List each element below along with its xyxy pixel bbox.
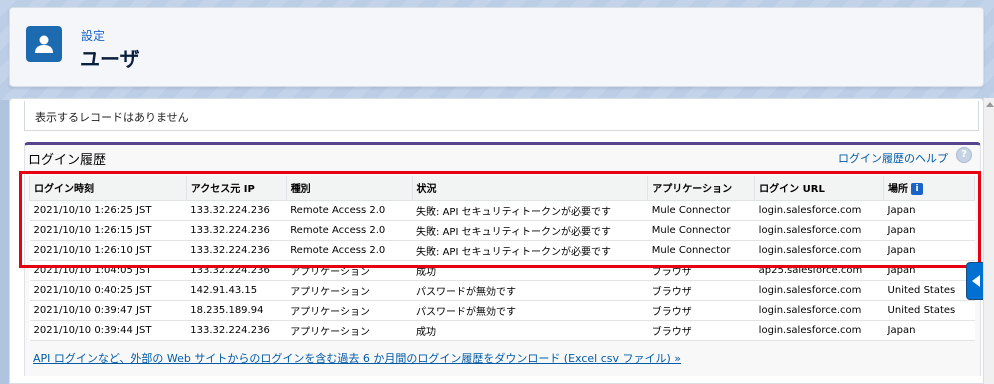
table-cell: 133.32.224.236 bbox=[186, 220, 287, 241]
table-cell: ブラウザ bbox=[647, 260, 755, 281]
breadcrumb[interactable]: 設定 bbox=[81, 27, 105, 44]
download-history-link[interactable]: API ログインなど、外部の Web サイトからのログインを含む過去 6 か月間… bbox=[33, 350, 681, 366]
table-cell: Japan bbox=[883, 220, 975, 241]
column-header-label: 場所 bbox=[888, 184, 909, 196]
table-cell: 133.32.224.236 bbox=[186, 320, 287, 341]
table-cell: ブラウザ bbox=[647, 300, 755, 321]
table-cell: Remote Access 2.0 bbox=[286, 200, 413, 221]
table-cell: 失敗: API セキュリティトークンが必要です bbox=[412, 200, 648, 221]
page-title: ユーザ bbox=[80, 47, 140, 71]
table-cell: Remote Access 2.0 bbox=[286, 220, 413, 241]
section-title: ログイン履歴 bbox=[28, 153, 107, 168]
table-cell: login.salesforce.com bbox=[754, 220, 884, 241]
table-header-row: ログイン時刻 アクセス元 IP 種別 状況 アプリケーション ログイン URL … bbox=[29, 176, 975, 201]
table-cell: login.salesforce.com bbox=[754, 280, 884, 301]
scrollbar[interactable] bbox=[983, 98, 994, 384]
table-cell: 2021/10/10 0:39:44 JST bbox=[29, 320, 187, 341]
help-link[interactable]: ログイン履歴のヘルプ bbox=[838, 150, 948, 166]
table-cell: Japan bbox=[883, 240, 975, 261]
table-cell: login.salesforce.com bbox=[754, 300, 884, 321]
table-row: 2021/10/10 1:04:05 JST 133.32.224.236 アプリケ… bbox=[29, 260, 975, 281]
table-row: 2021/10/10 0:39:44 JST 133.32.224.236 アプリケ… bbox=[29, 320, 975, 341]
table-cell: 失敗: API セキュリティトークンが必要です bbox=[412, 240, 648, 261]
user-icon bbox=[26, 26, 62, 62]
column-header[interactable]: ログイン時刻 bbox=[29, 176, 187, 201]
table-cell: 2021/10/10 0:40:25 JST bbox=[29, 280, 187, 301]
table-cell: パスワードが無効です bbox=[412, 280, 648, 301]
table-cell: ap25.salesforce.com bbox=[754, 260, 884, 281]
table-cell: アプリケーション bbox=[286, 300, 413, 321]
table-cell: login.salesforce.com bbox=[754, 320, 884, 341]
table-cell: 142.91.43.15 bbox=[186, 280, 287, 301]
table-cell: Mule Connector bbox=[647, 240, 755, 261]
table-row: 2021/10/10 1:26:10 JST 133.32.224.236 Remo… bbox=[29, 240, 975, 261]
table-row: 2021/10/10 1:26:15 JST 133.32.224.236 Remo… bbox=[29, 220, 975, 241]
table-row: 2021/10/10 0:40:25 JST 142.91.43.15 アプリケーシ… bbox=[29, 280, 975, 301]
table-cell: 2021/10/10 0:39:47 JST bbox=[29, 300, 187, 321]
table-cell: アプリケーション bbox=[286, 260, 413, 281]
table-cell: United States bbox=[883, 280, 975, 301]
table-cell: 2021/10/10 1:26:15 JST bbox=[29, 220, 187, 241]
table-cell: Japan bbox=[883, 320, 975, 341]
column-header[interactable]: 種別 bbox=[285, 176, 413, 201]
column-header[interactable]: ログイン URL bbox=[754, 176, 885, 201]
column-header[interactable]: アプリケーション bbox=[647, 176, 756, 201]
table-cell: ブラウザ bbox=[647, 320, 755, 341]
table-cell: Mule Connector bbox=[647, 220, 755, 241]
table-cell: login.salesforce.com bbox=[754, 240, 884, 261]
info-icon[interactable]: i bbox=[911, 183, 924, 196]
table-cell: 成功 bbox=[412, 320, 648, 341]
table-cell: Mule Connector bbox=[647, 200, 755, 221]
column-header-location[interactable]: 場所 i bbox=[883, 176, 975, 201]
column-header[interactable]: アクセス元 IP bbox=[185, 176, 287, 201]
table-row: 2021/10/10 1:26:25 JST 133.32.224.236 Remo… bbox=[29, 200, 975, 221]
table-cell: 18.235.189.94 bbox=[186, 300, 287, 321]
help-icon[interactable]: ? bbox=[956, 147, 972, 163]
table-cell: 133.32.224.236 bbox=[186, 240, 287, 261]
table-cell: Japan bbox=[883, 200, 975, 221]
table-cell: United States bbox=[883, 300, 975, 321]
table-cell: 成功 bbox=[412, 260, 648, 281]
table-cell: Japan bbox=[883, 260, 975, 281]
table-cell: アプリケーション bbox=[286, 280, 413, 301]
table-cell: 2021/10/10 1:26:25 JST bbox=[29, 200, 187, 221]
table-cell: ブラウザ bbox=[647, 280, 755, 301]
table-cell: 2021/10/10 1:04:05 JST bbox=[29, 260, 187, 281]
page-header: 設定 ユーザ bbox=[9, 7, 984, 87]
table-cell: 2021/10/10 1:26:10 JST bbox=[29, 240, 187, 261]
table-cell: 133.32.224.236 bbox=[186, 260, 287, 281]
scroll-up-arrow-icon[interactable] bbox=[986, 102, 994, 107]
table-cell: パスワードが無効です bbox=[412, 300, 648, 321]
table-row: 2021/10/10 0:39:47 JST 18.235.189.94 アプリケー… bbox=[29, 300, 975, 321]
table-cell: login.salesforce.com bbox=[754, 200, 884, 221]
login-history-table: ログイン時刻 アクセス元 IP 種別 状況 アプリケーション ログイン URL … bbox=[29, 176, 975, 341]
table-cell: 失敗: API セキュリティトークンが必要です bbox=[412, 220, 648, 241]
column-header[interactable]: 状況 bbox=[411, 176, 649, 201]
table-cell: Remote Access 2.0 bbox=[286, 240, 413, 261]
no-records-message: 表示するレコードはありません bbox=[24, 101, 979, 131]
table-cell: 133.32.224.236 bbox=[186, 200, 287, 221]
table-cell: アプリケーション bbox=[286, 320, 413, 341]
